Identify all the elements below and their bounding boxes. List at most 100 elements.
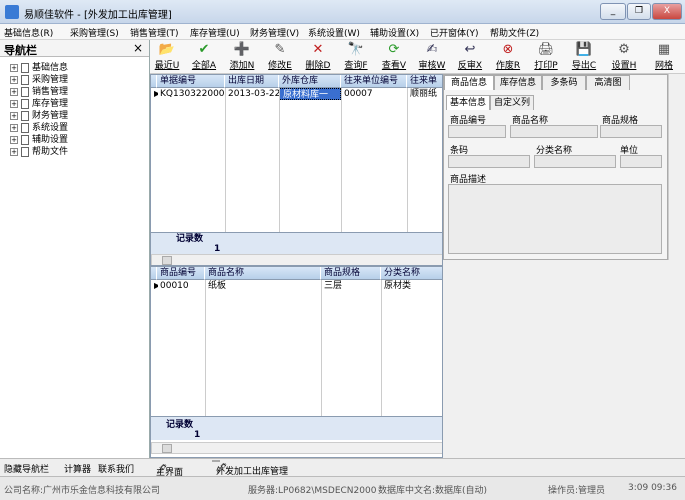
recent-button[interactable]: 📂 最近U: [150, 42, 184, 72]
cell-partner[interactable]: 顺丽纸: [407, 88, 442, 100]
window-title: 易顺佳软件 - [外发加工出库管理]: [24, 10, 172, 21]
nav-item-inventory[interactable]: + 库存管理: [10, 96, 68, 109]
calculator-button[interactable]: 计算器: [64, 462, 91, 475]
menu-help[interactable]: 帮助文件(Z): [490, 26, 539, 39]
tab-barcodes[interactable]: 多条码: [542, 75, 586, 90]
minimize-button[interactable]: _: [600, 3, 626, 20]
cell-product-code[interactable]: 00010: [157, 280, 205, 292]
contact-button[interactable]: 联系我们: [98, 462, 134, 475]
expand-icon[interactable]: +: [10, 147, 18, 156]
col-partner-no[interactable]: 往来单位编号: [341, 75, 407, 88]
detail-grid: 商品编号 商品名称 商品规格 分类名称 ▶ 00010 纸板 三层 原材类 记录…: [150, 266, 443, 458]
cell-product-spec[interactable]: 三层: [321, 280, 381, 292]
add-button[interactable]: ➕ 添加N: [225, 42, 259, 72]
settings-button[interactable]: ⚙ 设置H: [607, 42, 641, 72]
cell-partner-no[interactable]: 00007: [341, 88, 407, 100]
print-icon: 🖨: [537, 42, 555, 57]
nav-header: 导航栏 ×: [0, 40, 149, 57]
status-bar: 公司名称:广州市乐金信息科技有限公司 服务器:LP0682\MSDECN2000…: [0, 476, 685, 500]
query-button[interactable]: 🔭 查询F: [339, 42, 373, 72]
nav-item-finance[interactable]: + 财务管理: [10, 108, 68, 121]
col-warehouse[interactable]: 外库仓库: [279, 75, 341, 88]
col-partner[interactable]: 往来单: [407, 75, 442, 88]
detail-footer: 记录数 1: [151, 416, 442, 440]
menu-sales[interactable]: 销售管理(T): [130, 26, 179, 39]
nav-panel: 导航栏 × + 基础信息 + 采购管理 + 销售管理 + 库存管理 + 财务管理 + 系统设…: [0, 40, 150, 458]
all-button[interactable]: ✔ 全部A: [187, 42, 221, 72]
cell-category[interactable]: 原材类: [381, 280, 442, 292]
print-button[interactable]: 🖨 打印P: [529, 42, 563, 72]
export-button[interactable]: 💾 导出C: [567, 42, 601, 72]
menu-inventory[interactable]: 库存管理(U): [190, 26, 240, 39]
save-icon: 💾: [575, 42, 593, 57]
check-icon: ✔: [198, 42, 210, 57]
unapprove-button[interactable]: ↩ 反审X: [453, 42, 487, 72]
approve-button[interactable]: ✍ 审核W: [415, 42, 449, 72]
description-field[interactable]: [448, 184, 662, 254]
menu-aux[interactable]: 辅助设置(X): [370, 26, 419, 39]
expand-icon[interactable]: +: [10, 63, 18, 72]
panel-vscroll[interactable]: [668, 74, 680, 260]
title-bar: 易顺佳软件 - [外发加工出库管理] _ ❐ X: [0, 0, 685, 24]
subtab-basic[interactable]: 基本信息: [446, 95, 490, 110]
expand-icon[interactable]: +: [10, 99, 18, 108]
nav-close-icon[interactable]: ×: [133, 41, 143, 55]
restore-button[interactable]: ❐: [627, 3, 651, 20]
folder-icon: 📂: [158, 42, 176, 57]
hide-nav-button[interactable]: 隐藏导航栏: [4, 462, 49, 475]
cell-product-name[interactable]: 纸板: [205, 280, 321, 292]
menu-windows[interactable]: 已开窗体(Y): [430, 26, 479, 39]
nav-item-help[interactable]: + 帮助文件: [10, 144, 68, 157]
grid-button[interactable]: ▦ 网格: [647, 42, 681, 72]
col-category[interactable]: 分类名称: [381, 267, 442, 280]
delete-button[interactable]: ✕ 删除D: [301, 42, 335, 72]
nav-item-basic[interactable]: + 基础信息: [10, 60, 68, 73]
subtab-custom[interactable]: 自定义列: [490, 95, 534, 110]
detail-hscroll[interactable]: [151, 442, 442, 454]
menu-finance[interactable]: 财务管理(V): [250, 26, 299, 39]
col-out-date[interactable]: 出库日期: [225, 75, 279, 88]
expand-icon[interactable]: +: [10, 123, 18, 132]
product-spec-field[interactable]: [600, 125, 662, 138]
close-button[interactable]: X: [652, 3, 682, 20]
cell-warehouse[interactable]: 原材料库一: [279, 88, 341, 100]
view-button[interactable]: ⟳ 查看V: [377, 42, 411, 72]
nav-item-purchase[interactable]: + 采购管理: [10, 72, 68, 85]
expand-icon[interactable]: +: [10, 87, 18, 96]
nav-item-aux[interactable]: + 辅助设置: [10, 132, 68, 145]
tab-product-info[interactable]: 商品信息: [444, 75, 494, 90]
menu-basic-info[interactable]: 基础信息(R): [4, 26, 53, 39]
col-product-spec[interactable]: 商品规格: [321, 267, 381, 280]
void-button[interactable]: ⊗ 作废R: [491, 42, 525, 72]
tab-hd-image[interactable]: 高清图: [586, 75, 630, 90]
add-icon: ➕: [233, 42, 251, 57]
expand-icon[interactable]: +: [10, 135, 18, 144]
unit-field[interactable]: [620, 155, 662, 168]
record-count-value: 1: [194, 430, 201, 440]
product-name-field[interactable]: [510, 125, 598, 138]
menu-system[interactable]: 系统设置(W): [308, 26, 360, 39]
edit-icon: ✎: [274, 42, 286, 57]
page-icon: [21, 74, 29, 85]
nav-item-sales[interactable]: + 销售管理: [10, 84, 68, 97]
cell-doc-no[interactable]: KQ1303220001: [157, 88, 225, 100]
cell-out-date[interactable]: 2013-03-22: [225, 88, 279, 100]
tab-stock-info[interactable]: 库存信息: [494, 75, 542, 90]
barcode-field[interactable]: [448, 155, 530, 168]
page-icon: [21, 86, 29, 97]
product-code-field[interactable]: [448, 125, 506, 138]
col-doc-no[interactable]: 单据编号: [157, 75, 225, 88]
master-hscroll[interactable]: [151, 254, 442, 265]
empty-workspace: [443, 266, 685, 458]
product-info-panel: 商品信息 库存信息 多条码 高清图 基本信息 自定义列 商品编号 商品名称 商品…: [443, 74, 668, 260]
expand-icon[interactable]: +: [10, 111, 18, 120]
nav-item-system[interactable]: + 系统设置: [10, 120, 68, 133]
gear-icon: ⚙: [618, 42, 630, 57]
menu-purchase[interactable]: 采购管理(S): [70, 26, 119, 39]
col-product-code[interactable]: 商品编号: [157, 267, 205, 280]
tab-outsource-out[interactable]: 🖊 外发加工出库管理: [212, 460, 288, 477]
category-field[interactable]: [534, 155, 616, 168]
expand-icon[interactable]: +: [10, 75, 18, 84]
col-product-name[interactable]: 商品名称: [205, 267, 321, 280]
edit-button[interactable]: ✎ 修改E: [263, 42, 297, 72]
